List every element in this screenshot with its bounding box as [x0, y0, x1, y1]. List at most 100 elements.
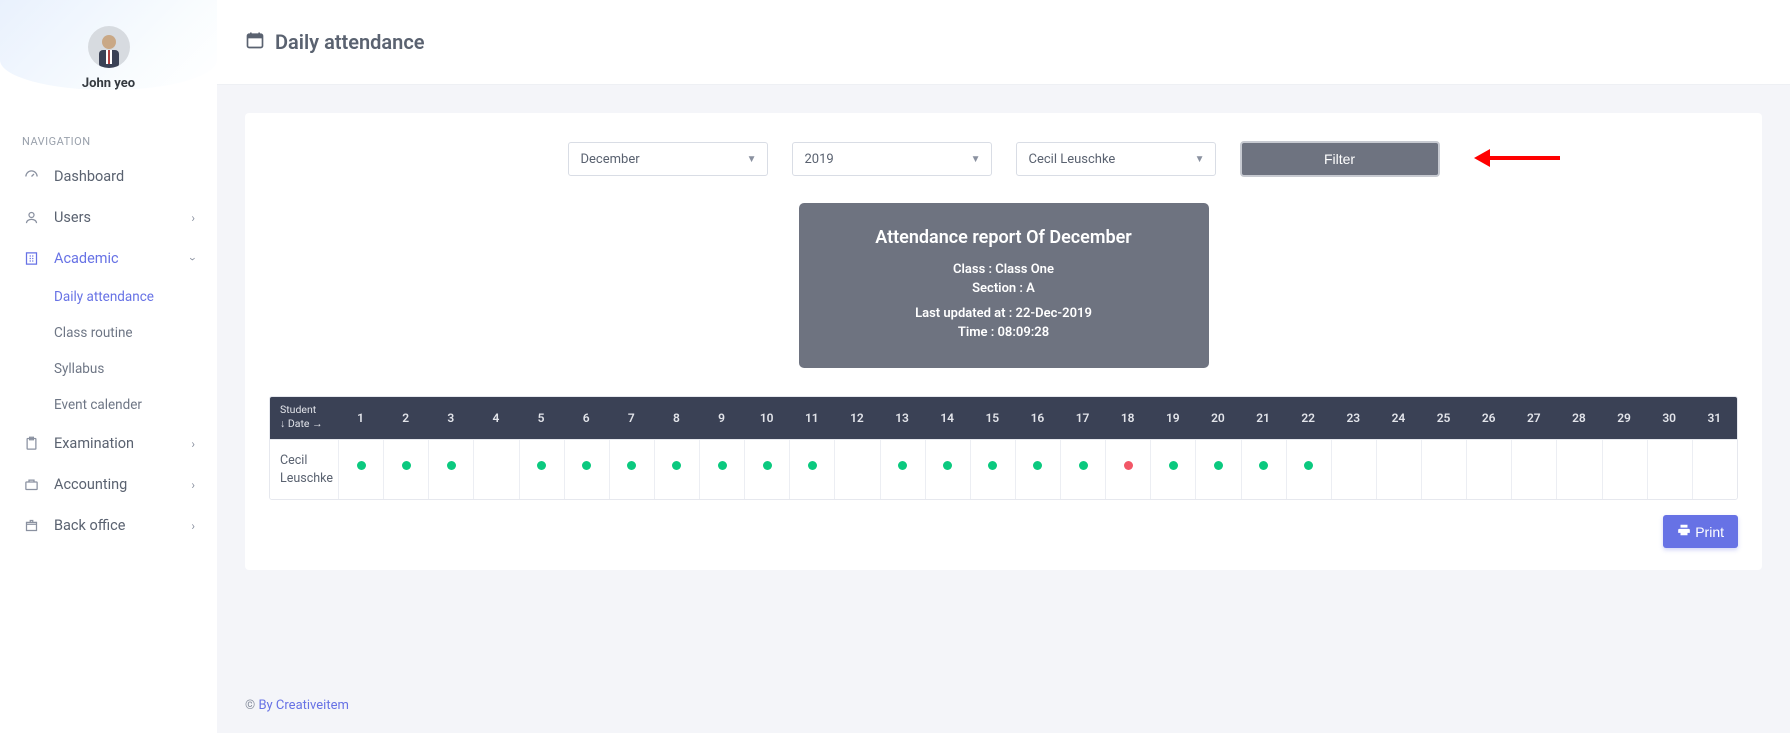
chevron-right-icon: ›: [191, 519, 195, 533]
column-day: 22: [1286, 397, 1331, 439]
cell-day: [1241, 440, 1286, 499]
present-dot-icon: [1169, 461, 1178, 470]
column-day: 4: [473, 397, 518, 439]
building-icon: [22, 251, 40, 266]
column-day: 13: [880, 397, 925, 439]
cell-day: [1556, 440, 1601, 499]
cell-day: [744, 440, 789, 499]
student-value: Cecil Leuschke: [1029, 152, 1116, 167]
cell-day: [383, 440, 428, 499]
column-day: 10: [744, 397, 789, 439]
month-select[interactable]: December ▼: [568, 142, 768, 176]
calendar-icon: [245, 30, 265, 54]
cell-day: [1286, 440, 1331, 499]
student-select[interactable]: Cecil Leuschke ▼: [1016, 142, 1216, 176]
column-day: 30: [1647, 397, 1692, 439]
report-title: Attendance report Of December: [819, 227, 1189, 248]
column-day: 9: [699, 397, 744, 439]
caret-down-icon: ▼: [747, 154, 757, 165]
nav-item-academic[interactable]: Academic ›: [0, 238, 217, 279]
cell-day: [428, 440, 473, 499]
cell-day: [609, 440, 654, 499]
column-day: 1: [338, 397, 383, 439]
present-dot-icon: [1214, 461, 1223, 470]
chevron-down-icon: ›: [186, 257, 200, 261]
column-day: 31: [1692, 397, 1737, 439]
cell-day: [654, 440, 699, 499]
table-header-row: Student↓ Date → 123456789101112131415161…: [270, 397, 1737, 439]
nav-label: Examination: [54, 435, 191, 452]
column-day: 12: [834, 397, 879, 439]
column-day: 15: [970, 397, 1015, 439]
cell-day: [1511, 440, 1556, 499]
nav-label: Back office: [54, 517, 191, 534]
cell-day: [970, 440, 1015, 499]
month-value: December: [581, 152, 640, 167]
print-label: Print: [1695, 524, 1724, 540]
nav-label: Academic: [54, 250, 191, 267]
column-day: 6: [564, 397, 609, 439]
column-day: 5: [519, 397, 564, 439]
present-dot-icon: [627, 461, 636, 470]
cell-student: Cecil Leuschke: [270, 440, 338, 499]
column-day: 7: [609, 397, 654, 439]
cell-day: [1376, 440, 1421, 499]
nav-label: Users: [54, 209, 191, 226]
arrow-annotation: [1474, 149, 1560, 167]
avatar[interactable]: [88, 26, 130, 68]
cell-day: [1195, 440, 1240, 499]
column-day: 28: [1556, 397, 1601, 439]
cell-day: [789, 440, 834, 499]
present-dot-icon: [672, 461, 681, 470]
briefcase-icon: [22, 477, 40, 492]
absent-dot-icon: [1124, 461, 1133, 470]
box-icon: [22, 518, 40, 533]
nav-section-label: NAVIGATION: [0, 101, 217, 156]
cell-day: [473, 440, 518, 499]
column-day: 18: [1105, 397, 1150, 439]
column-day: 16: [1015, 397, 1060, 439]
column-day: 21: [1241, 397, 1286, 439]
filter-button-label: Filter: [1324, 151, 1355, 167]
nav-item-examination[interactable]: Examination ›: [0, 423, 217, 464]
nav-sub-daily-attendance[interactable]: Daily attendance: [54, 279, 217, 315]
filter-button[interactable]: Filter: [1240, 141, 1440, 177]
chevron-right-icon: ›: [191, 478, 195, 492]
cell-day: [1105, 440, 1150, 499]
cell-day: [925, 440, 970, 499]
column-day: 26: [1466, 397, 1511, 439]
column-day: 14: [925, 397, 970, 439]
report-section: Section : A: [819, 281, 1189, 296]
print-button[interactable]: Print: [1663, 515, 1738, 548]
nav-item-accounting[interactable]: Accounting ›: [0, 464, 217, 505]
nav-sub-class-routine[interactable]: Class routine: [54, 315, 217, 351]
cell-day: [1331, 440, 1376, 499]
column-day: 17: [1060, 397, 1105, 439]
column-day: 3: [428, 397, 473, 439]
dashboard-icon: [22, 169, 40, 184]
present-dot-icon: [898, 461, 907, 470]
column-day: 20: [1195, 397, 1240, 439]
cell-day: [1647, 440, 1692, 499]
cell-day: [1466, 440, 1511, 499]
year-value: 2019: [805, 152, 834, 167]
year-select[interactable]: 2019 ▼: [792, 142, 992, 176]
present-dot-icon: [447, 461, 456, 470]
chevron-right-icon: ›: [191, 211, 195, 225]
nav-item-users[interactable]: Users ›: [0, 197, 217, 238]
present-dot-icon: [1079, 461, 1088, 470]
column-day: 8: [654, 397, 699, 439]
nav-sub-event-calender[interactable]: Event calender: [54, 387, 217, 423]
nav-item-dashboard[interactable]: Dashboard: [0, 156, 217, 197]
footer-prefix: ©: [245, 698, 258, 713]
sidebar: John yeo NAVIGATION Dashboard Users › Ac…: [0, 0, 217, 733]
nav-sub-academic: Daily attendance Class routine Syllabus …: [0, 279, 217, 423]
nav-item-back-office[interactable]: Back office ›: [0, 505, 217, 546]
column-day: 2: [383, 397, 428, 439]
user-icon: [22, 210, 40, 225]
cell-day: [1692, 440, 1737, 499]
nav-sub-syllabus[interactable]: Syllabus: [54, 351, 217, 387]
present-dot-icon: [582, 461, 591, 470]
cell-day: [1602, 440, 1647, 499]
footer-link[interactable]: By Creativeitem: [258, 698, 348, 713]
